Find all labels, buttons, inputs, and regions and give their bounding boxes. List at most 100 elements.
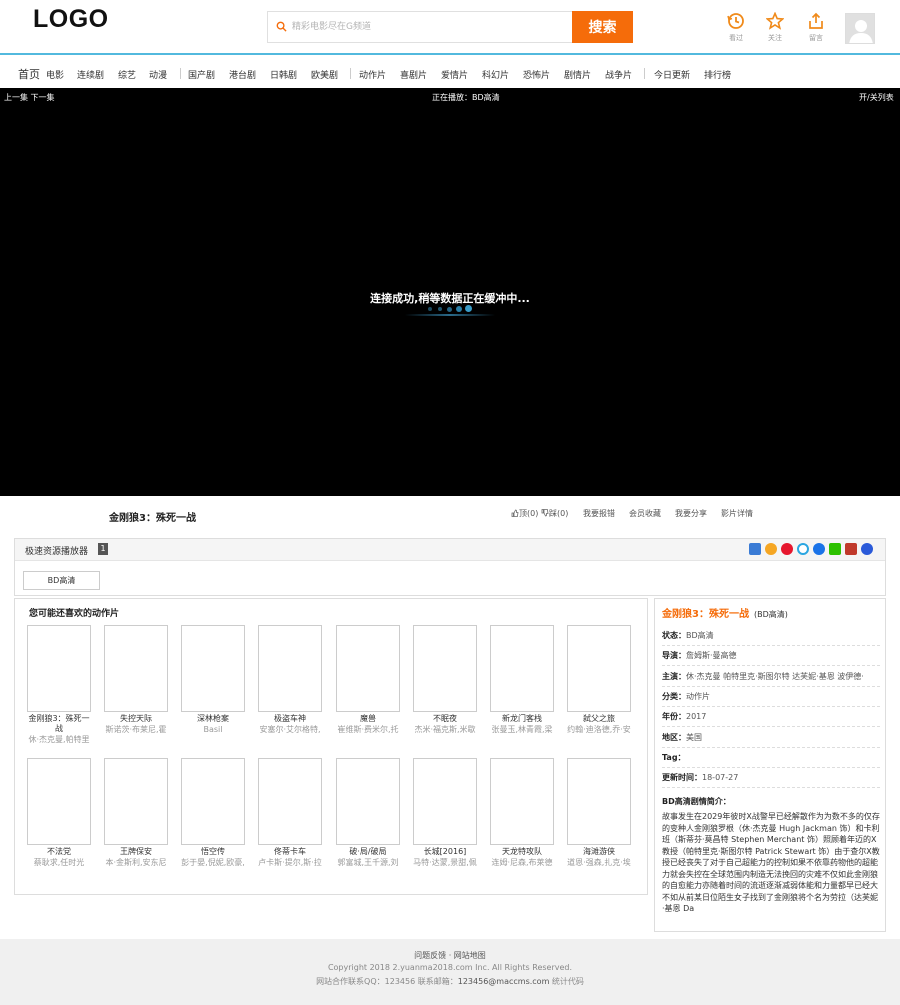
search-input[interactable] [292,12,572,42]
movie-card[interactable]: 新龙门客栈 张曼玉,林青霞,梁 [490,625,554,735]
movie-card-title[interactable]: 魔兽 [335,714,401,724]
movie-poster[interactable] [336,758,400,845]
movie-card-title[interactable]: 海滩游侠 [566,847,632,857]
movie-card-title[interactable]: 不法党 [26,847,92,857]
site-footer: 问题反馈 · 网站地图 Copyright 2018 2.yuanma2018.… [0,939,900,1005]
movie-poster[interactable] [567,625,631,712]
movie-poster[interactable] [490,625,554,712]
nav-item-variety[interactable]: 综艺 [118,68,136,81]
movie-poster[interactable] [181,625,245,712]
nav-home[interactable]: 首页 [18,66,40,82]
douban-share-icon[interactable] [845,543,857,555]
prev-next-episode[interactable]: 上一集 下一集 [4,92,55,103]
movie-card-title[interactable]: 新龙门客栈 [489,714,555,724]
history-button[interactable]: 看过 [721,12,751,43]
qzone-share-icon[interactable] [749,543,761,555]
nav-item-domestic[interactable]: 国产剧 [188,68,215,81]
footer-links[interactable]: 问题反馈 · 网站地图 [0,950,900,961]
movie-card[interactable]: 悟空传 彭于晏,倪妮,欧豪, [181,758,245,868]
nav-item-horror[interactable]: 恐怖片 [523,68,550,81]
movie-card[interactable]: 破·局/破局 郭富城,王千源,刘 [336,758,400,868]
movie-poster[interactable] [27,625,91,712]
movie-poster[interactable] [258,758,322,845]
movie-poster[interactable] [104,758,168,845]
movie-card[interactable]: 极盗车神 安塞尔·艾尔格特, [258,625,322,735]
movie-card[interactable]: 佟蒂卡车 卢卡斯·提尔,斯·拉 [258,758,322,868]
nav-item-hktw[interactable]: 港台剧 [229,68,256,81]
movie-card[interactable]: 海滩游侠 道恩·强森,扎克·埃 [567,758,631,868]
movie-poster[interactable] [413,758,477,845]
movie-poster[interactable] [181,758,245,845]
renren-share-icon[interactable] [813,543,825,555]
nav-item-drama[interactable]: 剧情片 [564,68,591,81]
report-link[interactable]: 我要报错 [583,508,615,519]
movie-card-title[interactable]: 佟蒂卡车 [257,847,323,857]
wechat-share-icon[interactable] [829,543,841,555]
favorite-share-icon[interactable] [765,543,777,555]
movie-card[interactable]: 弑父之旅 约翰·迪洛德,乔·安 [567,625,631,735]
movie-card-title[interactable]: 弑父之旅 [566,714,632,724]
movie-card[interactable]: 深林枪案 Basil [181,625,245,735]
movie-poster[interactable] [27,758,91,845]
message-button[interactable]: 留言 [801,12,831,43]
movie-card-title[interactable]: 破·局/破局 [335,847,401,857]
nav-item-movie[interactable]: 电影 [46,68,64,81]
site-logo[interactable]: LOGO [33,5,109,34]
movie-card-title[interactable]: 悟空传 [180,847,246,857]
video-player[interactable]: 上一集 下一集 正在播放：BD高清 开/关列表 连接成功,稍等数据正在缓冲中..… [0,88,900,496]
movie-card[interactable]: 天龙特攻队 连姆·尼森,布莱德 [490,758,554,868]
nav-item-jpkr[interactable]: 日韩剧 [270,68,297,81]
nav-item-romance[interactable]: 爱情片 [441,68,468,81]
movie-poster[interactable] [336,625,400,712]
movie-card-title[interactable]: 长城[2016] [412,847,478,857]
favorite-link[interactable]: 会员收藏 [629,508,661,519]
thumbs-up-link[interactable]: 顶(0) [511,508,538,519]
movie-poster[interactable] [490,758,554,845]
movie-card-title[interactable]: 深林枪案 [180,714,246,724]
footer-email[interactable]: 123456@maccms.com [458,977,550,986]
movie-card-title[interactable]: 天龙特攻队 [489,847,555,857]
search-button[interactable]: 搜索 [572,11,633,43]
movie-card-title[interactable]: 极盗车神 [257,714,323,724]
nav-item-ranking[interactable]: 排行榜 [704,68,731,81]
movie-card-title[interactable]: 金刚狼3：殊死一战 [26,714,92,734]
movie-card[interactable]: 魔兽 崔维斯·费米尔,托 [336,625,400,735]
movie-poster[interactable] [567,758,631,845]
movie-card[interactable]: 不眠夜 杰米·福克斯,米歇 [413,625,477,735]
baidu-share-icon[interactable] [861,543,873,555]
nav-item-western[interactable]: 欧美剧 [311,68,338,81]
share-link[interactable]: 我要分享 [675,508,707,519]
movie-poster[interactable] [413,625,477,712]
movie-card-actors: 连姆·尼森,布莱德 [491,858,553,867]
history-label: 看过 [729,34,743,42]
movie-card[interactable]: 不法党 蔡耿求,任时光 [27,758,91,868]
tencent-share-icon[interactable] [797,543,809,555]
avatar[interactable] [845,13,875,44]
details-link[interactable]: 影片详情 [721,508,753,519]
toggle-list-button[interactable]: 开/关列表 [859,92,894,103]
nav-item-anime[interactable]: 动漫 [149,68,167,81]
movie-card[interactable]: 王牌保安 本·金斯利,安东尼 [104,758,168,868]
movie-card-title[interactable]: 不眠夜 [412,714,478,724]
weibo-share-icon[interactable] [781,543,793,555]
info-row-label: Tag： [662,752,686,762]
movie-card[interactable]: 失控天际 斯诺茨·布莱尼,霍 [104,625,168,735]
movie-poster[interactable] [104,625,168,712]
nav-item-today[interactable]: 今日更新 [654,68,690,81]
follow-button[interactable]: 关注 [760,12,790,43]
nav-item-scifi[interactable]: 科幻片 [482,68,509,81]
movie-card[interactable]: 金刚狼3：殊死一战 休·杰克曼,帕特里 [27,625,91,745]
nav-item-war[interactable]: 战争片 [605,68,632,81]
nav-item-action[interactable]: 动作片 [359,68,386,81]
message-label: 留言 [809,34,823,42]
movie-poster[interactable] [258,625,322,712]
nav-item-comedy[interactable]: 喜剧片 [400,68,427,81]
movie-card[interactable]: 长城[2016] 马特·达蒙,景甜,佩 [413,758,477,868]
movie-card-title[interactable]: 王牌保安 [103,847,169,857]
thumbs-down-link[interactable]: 踩(0) [541,508,568,519]
info-movie-name[interactable]: 金刚狼3：殊死一战 [662,609,749,620]
spinner-dot [465,305,472,312]
episode-button[interactable]: BD高清 [23,571,100,590]
nav-item-series[interactable]: 连续剧 [77,68,104,81]
movie-card-title[interactable]: 失控天际 [103,714,169,724]
